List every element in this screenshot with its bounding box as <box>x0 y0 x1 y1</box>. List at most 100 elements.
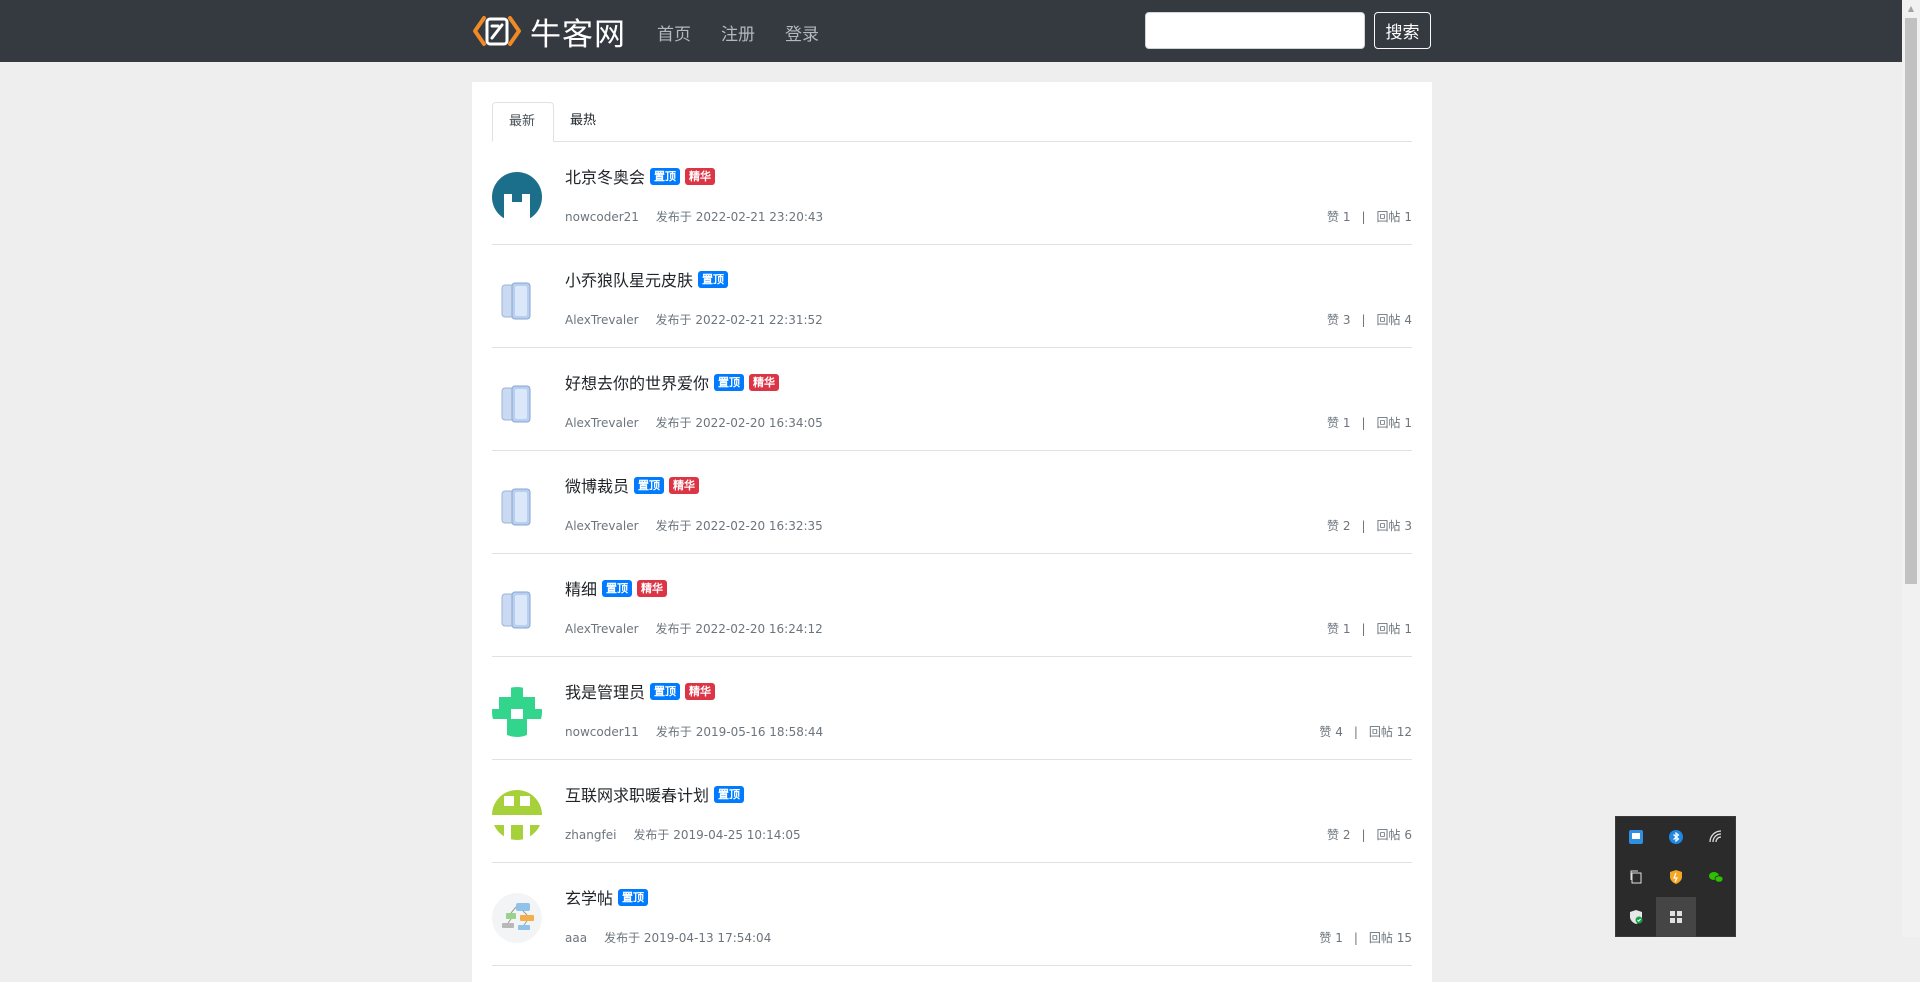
post-meta: zhangfei 发布于 2019-04-25 10:14:05 <box>565 826 801 843</box>
top-badge: 置顶 <box>698 270 729 288</box>
post-title[interactable]: 精细 <box>565 576 597 600</box>
post-stats: 赞 1 | 回帖 1 <box>1327 620 1412 637</box>
post-time: 发布于 2022-02-20 16:24:12 <box>655 622 823 636</box>
like-count: 赞 1 <box>1319 931 1343 945</box>
post-stats: 赞 3 | 回帖 4 <box>1327 311 1412 328</box>
bluetooth-icon[interactable] <box>1656 817 1696 857</box>
search-button[interactable]: 搜索 <box>1374 12 1431 49</box>
reply-count: 回帖 1 <box>1376 622 1412 636</box>
reply-count: 回帖 15 <box>1368 931 1412 945</box>
post-meta: AlexTrevaler 发布于 2022-02-20 16:24:12 <box>565 620 823 637</box>
scroll-up-arrow-icon[interactable]: ▲ <box>1902 0 1920 17</box>
post-title-row: 精细 置顶 精华 <box>565 576 668 600</box>
post-time: 发布于 2022-02-21 22:31:52 <box>655 313 823 327</box>
like-count: 赞 4 <box>1319 725 1343 739</box>
post-author[interactable]: AlexTrevaler <box>565 313 639 327</box>
avatar[interactable] <box>492 790 542 840</box>
post-title-row: 北京冬奥会 置顶 精华 <box>565 164 716 188</box>
wechat-icon[interactable] <box>1696 857 1736 897</box>
post-author[interactable]: nowcoder11 <box>565 725 639 739</box>
post-stats: 赞 2 | 回帖 3 <box>1327 517 1412 534</box>
post-time: 发布于 2019-04-13 17:54:04 <box>604 931 772 945</box>
stats-separator: | <box>1361 313 1366 327</box>
post-time: 发布于 2019-05-16 18:58:44 <box>655 725 824 739</box>
post-time: 发布于 2019-04-25 10:14:05 <box>633 828 801 842</box>
post-author[interactable]: AlexTrevaler <box>565 416 639 430</box>
post-title[interactable]: 好想去你的世界爱你 <box>565 370 709 394</box>
system-tray-overflow <box>1615 816 1736 937</box>
avatar[interactable] <box>492 172 542 222</box>
top-badge: 置顶 <box>714 785 745 803</box>
user-avatar-icon <box>492 687 542 737</box>
post-item: 我是管理员 置顶 精华 nowcoder11 发布于 2019-05-16 18:… <box>492 657 1412 760</box>
post-title[interactable]: 北京冬奥会 <box>565 164 645 188</box>
top-badge: 置顶 <box>618 888 649 906</box>
post-item: 好想去你的世界爱你 置顶 精华 AlexTrevaler 发布于 2022-02-… <box>492 348 1412 451</box>
stats-separator: | <box>1361 622 1366 636</box>
post-author[interactable]: zhangfei <box>565 828 616 842</box>
reply-count: 回帖 6 <box>1376 828 1412 842</box>
post-time: 发布于 2022-02-21 23:20:43 <box>655 210 824 224</box>
nav-login-link[interactable]: 登录 <box>785 20 819 45</box>
post-meta: AlexTrevaler 发布于 2022-02-20 16:34:05 <box>565 414 823 431</box>
nav-register-link[interactable]: 注册 <box>721 20 755 45</box>
user-avatar-icon <box>492 172 542 222</box>
brand-logo[interactable]: 牛客网 <box>472 12 626 53</box>
elite-badge: 精华 <box>685 167 716 185</box>
phone-avatar-icon <box>492 481 542 531</box>
like-count: 赞 3 <box>1327 313 1351 327</box>
stats-separator: | <box>1361 416 1366 430</box>
elite-badge: 精华 <box>669 476 700 494</box>
post-meta: aaa 发布于 2019-04-13 17:54:04 <box>565 929 771 946</box>
post-item: 互联网求职暖春计划 置顶 zhangfei 发布于 2019-04-25 10:1… <box>492 760 1412 863</box>
copy-icon[interactable] <box>1616 857 1656 897</box>
post-stats: 赞 1 | 回帖 15 <box>1319 929 1412 946</box>
defender-shield-icon[interactable] <box>1616 897 1656 937</box>
tab-latest[interactable]: 最新 <box>492 102 554 142</box>
post-title[interactable]: 互联网求职暖春计划 <box>565 782 709 806</box>
post-meta: nowcoder21 发布于 2022-02-21 23:20:43 <box>565 208 823 225</box>
post-item: 玄学帖 置顶 aaa 发布于 2019-04-13 17:54:04 赞 1 | 回帖… <box>492 863 1412 966</box>
post-time: 发布于 2022-02-20 16:34:05 <box>655 416 823 430</box>
post-item: 小乔狼队星元皮肤 置顶 AlexTrevaler 发布于 2022-02-21 2… <box>492 245 1412 348</box>
post-stats: 赞 2 | 回帖 6 <box>1327 826 1412 843</box>
app-tray-icon[interactable] <box>1616 817 1656 857</box>
post-time: 发布于 2022-02-20 16:32:35 <box>655 519 823 533</box>
avatar[interactable] <box>492 687 542 737</box>
scrollbar-thumb[interactable] <box>1905 18 1917 584</box>
elite-badge: 精华 <box>749 373 780 391</box>
search-input[interactable] <box>1145 12 1365 49</box>
post-stats: 赞 1 | 回帖 1 <box>1327 414 1412 431</box>
avatar[interactable] <box>492 275 542 325</box>
avatar[interactable] <box>492 893 542 943</box>
avatar[interactable] <box>492 481 542 531</box>
stats-separator: | <box>1353 931 1358 945</box>
top-badge: 置顶 <box>650 167 681 185</box>
nav-home-link[interactable]: 首页 <box>657 20 691 45</box>
post-author[interactable]: aaa <box>565 931 587 945</box>
post-title[interactable]: 小乔狼队星元皮肤 <box>565 267 693 291</box>
stats-separator: | <box>1361 210 1366 224</box>
phone-avatar-icon <box>492 378 542 428</box>
post-author[interactable]: AlexTrevaler <box>565 622 639 636</box>
post-title[interactable]: 我是管理员 <box>565 679 645 703</box>
post-author[interactable]: AlexTrevaler <box>565 519 639 533</box>
app-grid-tray-icon[interactable] <box>1656 897 1696 937</box>
post-title-row: 好想去你的世界爱你 置顶 精华 <box>565 370 780 394</box>
post-title[interactable]: 玄学帖 <box>565 885 613 909</box>
post-title[interactable]: 微博裁员 <box>565 473 629 497</box>
post-author[interactable]: nowcoder21 <box>565 210 639 224</box>
tab-hottest[interactable]: 最热 <box>554 102 612 141</box>
page-scrollbar[interactable]: ▲ <box>1902 0 1920 937</box>
avatar[interactable] <box>492 584 542 634</box>
post-meta: AlexTrevaler 发布于 2022-02-20 16:32:35 <box>565 517 823 534</box>
avatar[interactable] <box>492 378 542 428</box>
security-shield-icon[interactable] <box>1656 857 1696 897</box>
diagram-avatar-icon <box>492 893 542 943</box>
top-navbar: 牛客网 首页 注册 登录 搜索 <box>0 0 1920 62</box>
reply-count: 回帖 1 <box>1376 210 1412 224</box>
user-avatar-icon <box>492 790 542 840</box>
top-badge: 置顶 <box>650 682 681 700</box>
post-item: 北京冬奥会 置顶 精华 nowcoder21 发布于 2022-02-21 23:… <box>492 142 1412 245</box>
wifi-icon[interactable] <box>1696 817 1736 857</box>
